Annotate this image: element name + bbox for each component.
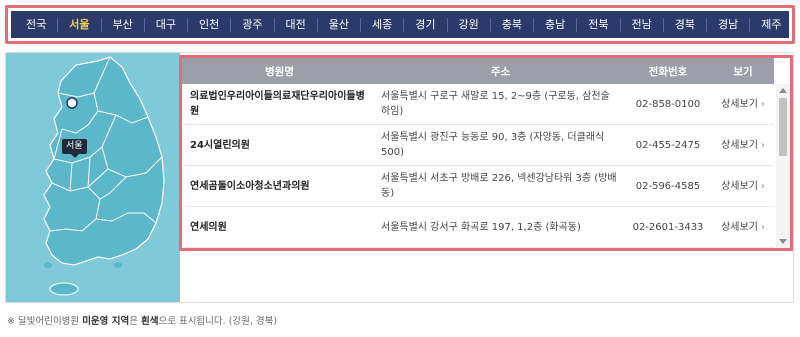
header-phone: 전화번호 bbox=[648, 65, 688, 78]
map-tooltip-seoul: 서울 bbox=[62, 139, 87, 158]
region-tab-busan[interactable]: 부산 bbox=[102, 17, 145, 32]
note-mid: 은 bbox=[129, 316, 141, 327]
note-emphasis-unoperated: 미운영 지역 bbox=[82, 316, 130, 327]
detail-view-link[interactable]: 상세보기 › bbox=[712, 220, 774, 235]
map-island-south-1 bbox=[44, 262, 52, 268]
region-tab-sejong[interactable]: 세종 bbox=[361, 17, 405, 32]
detail-view-link[interactable]: 상세보기 › bbox=[712, 138, 774, 153]
region-tab-gangwon[interactable]: 강원 bbox=[448, 17, 491, 32]
hospital-address: 서울특별시 강서구 화곡로 197, 1,2층 (화곡동) bbox=[381, 221, 581, 233]
region-tab-daejeon[interactable]: 대전 bbox=[275, 17, 318, 32]
detail-view-link[interactable]: 상세보기 › bbox=[712, 97, 774, 112]
note-suffix: 으로 표시됩니다. (강원, 경북) bbox=[158, 316, 278, 327]
scroll-thumb[interactable] bbox=[779, 98, 787, 156]
scroll-up-arrow-icon[interactable] bbox=[779, 88, 787, 93]
region-tab-incheon[interactable]: 인천 bbox=[188, 17, 232, 32]
region-tab-ulsan[interactable]: 울산 bbox=[318, 17, 361, 32]
region-tab-jeonbuk[interactable]: 전북 bbox=[577, 17, 621, 32]
hospital-address: 서울특별시 광진구 능동로 90, 3층 (자양동, 더클래식500) bbox=[381, 132, 605, 158]
header-name: 병원명 bbox=[265, 65, 294, 78]
region-tab-chungbuk[interactable]: 충북 bbox=[491, 17, 534, 32]
table-scrollbar[interactable] bbox=[776, 84, 790, 248]
hospital-name: 24시열린의원 bbox=[190, 139, 250, 151]
chevron-right-icon: › bbox=[760, 98, 765, 110]
chevron-right-icon: › bbox=[760, 221, 765, 233]
region-tab-bar: 전국 서울 부산 대구 인천 광주 대전 울산 세종 경기 강원 충북 충남 전… bbox=[5, 5, 795, 44]
legend-note: ※ 달빛어린이병원 미운영 지역은 흰색으로 표시됩니다. (강원, 경북) bbox=[7, 313, 277, 327]
detail-view-link[interactable]: 상세보기 › bbox=[712, 179, 774, 194]
hospital-address: 서울특별시 서초구 방배로 226, 넥센강남타워 3층 (방배동) bbox=[381, 173, 617, 199]
region-tab-jeonnam[interactable]: 전남 bbox=[621, 17, 664, 32]
hospital-phone: 02-596-4585 bbox=[635, 180, 701, 192]
region-tab-seoul[interactable]: 서울 bbox=[58, 17, 102, 32]
region-tab-gyeonggi[interactable]: 경기 bbox=[404, 17, 448, 32]
note-prefix: ※ 달빛어린이병원 bbox=[7, 316, 83, 327]
region-tab-list: 전국 서울 부산 대구 인천 광주 대전 울산 세종 경기 강원 충북 충남 전… bbox=[11, 11, 789, 38]
chevron-right-icon: › bbox=[760, 139, 765, 151]
hospital-phone: 02-455-2475 bbox=[635, 139, 701, 151]
header-address: 주소 bbox=[490, 65, 511, 78]
map-island-jeju bbox=[49, 282, 79, 296]
table-row: 연세의원 서울특별시 강서구 화곡로 197, 1,2층 (화곡동) 02-26… bbox=[182, 207, 774, 248]
table-row: 24시열린의원 서울특별시 광진구 능동로 90, 3층 (자양동, 더클래식5… bbox=[182, 125, 774, 166]
hospital-table: 병원명 주소 전화번호 보기 의료법인우리아이들의료재단우리아이들병원 서울특별… bbox=[179, 55, 793, 251]
map-seoul-highlight bbox=[66, 97, 78, 109]
region-tab-daegu[interactable]: 대구 bbox=[145, 17, 188, 32]
region-tab-chungnam[interactable]: 충남 bbox=[534, 17, 578, 32]
detail-view-label: 상세보기 bbox=[721, 98, 758, 110]
region-tab-gwangju[interactable]: 광주 bbox=[231, 17, 275, 32]
detail-view-label: 상세보기 bbox=[721, 139, 758, 151]
hospital-phone: 02-2601-3433 bbox=[632, 221, 704, 233]
hospital-name: 연세곰돌이소아청소년과의원 bbox=[190, 180, 310, 192]
korea-map-svg bbox=[43, 56, 165, 296]
hospital-name: 의료법인우리아이들의료재단우리아이들병원 bbox=[190, 91, 365, 117]
region-tab-gyeongbuk[interactable]: 경북 bbox=[664, 17, 707, 32]
header-view: 보기 bbox=[733, 65, 753, 78]
table-row: 연세곰돌이소아청소년과의원 서울특별시 서초구 방배로 226, 넥센강남타워 … bbox=[182, 166, 774, 207]
table-body: 의료법인우리아이들의료재단우리아이들병원 서울특별시 구로구 새말로 15, 2… bbox=[182, 84, 774, 248]
hospital-address: 서울특별시 구로구 새말로 15, 2~9층 (구로동, 삼천술하임) bbox=[381, 91, 610, 117]
region-tab-nationwide[interactable]: 전국 bbox=[15, 17, 59, 32]
detail-view-label: 상세보기 bbox=[721, 221, 758, 233]
region-tab-jeju[interactable]: 제주 bbox=[750, 18, 792, 32]
korea-map: 서울 bbox=[6, 53, 180, 302]
table-header: 병원명 주소 전화번호 보기 bbox=[182, 58, 774, 84]
region-tab-gyeongnam[interactable]: 경남 bbox=[707, 17, 751, 32]
map-island-south-2 bbox=[114, 262, 122, 268]
scroll-down-arrow-icon[interactable] bbox=[779, 239, 787, 244]
hospital-name: 연세의원 bbox=[190, 221, 227, 233]
note-emphasis-white: 흰색 bbox=[140, 316, 159, 327]
hospital-phone: 02-858-0100 bbox=[635, 98, 701, 110]
detail-view-label: 상세보기 bbox=[721, 180, 758, 192]
table-row: 의료법인우리아이들의료재단우리아이들병원 서울특별시 구로구 새말로 15, 2… bbox=[182, 84, 774, 125]
chevron-right-icon: › bbox=[760, 180, 765, 192]
